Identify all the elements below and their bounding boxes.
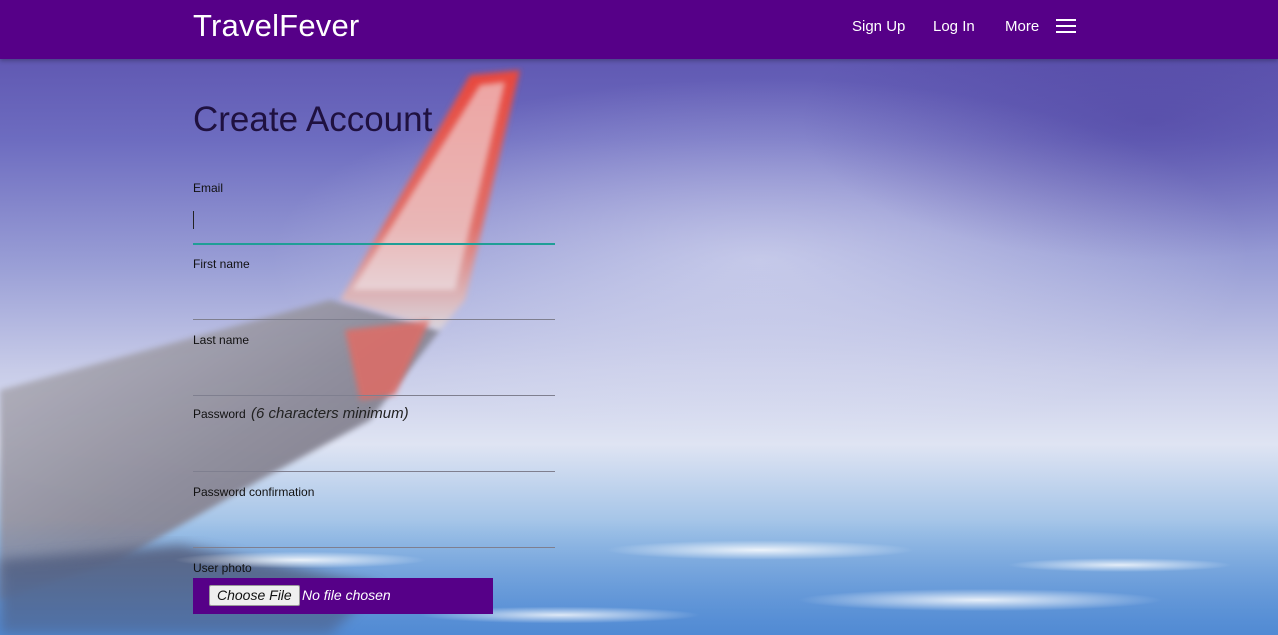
user-photo-file-input[interactable]: Choose File No file chosen <box>193 578 493 614</box>
password-hint: (6 characters minimum) <box>251 405 409 422</box>
page-title: Create Account <box>193 100 433 139</box>
brand-logo-link[interactable]: TravelFever <box>193 8 359 44</box>
more-link[interactable]: More <box>1005 18 1039 35</box>
sign-up-link[interactable]: Sign Up <box>852 18 905 35</box>
first-name-label: First name <box>193 257 250 271</box>
last-name-field[interactable] <box>193 361 555 396</box>
email-label: Email <box>193 181 224 195</box>
email-field[interactable] <box>193 209 555 245</box>
password-label: Password <box>193 407 246 421</box>
choose-file-button[interactable]: Choose File <box>209 585 300 606</box>
password-field[interactable] <box>193 437 555 472</box>
user-photo-label: User photo <box>193 561 252 575</box>
password-confirmation-field[interactable] <box>193 513 555 548</box>
password-confirmation-label: Password confirmation <box>193 485 315 499</box>
file-status-text: No file chosen <box>302 587 391 603</box>
text-cursor <box>193 211 194 229</box>
password-label-row: Password (6 characters minimum) <box>193 405 409 422</box>
first-name-field[interactable] <box>193 285 555 320</box>
log-in-link[interactable]: Log In <box>933 18 975 35</box>
hamburger-menu-icon[interactable] <box>1056 19 1076 33</box>
last-name-label: Last name <box>193 333 250 347</box>
top-navbar: TravelFever Sign Up Log In More <box>0 0 1278 59</box>
background-image <box>0 0 1278 635</box>
